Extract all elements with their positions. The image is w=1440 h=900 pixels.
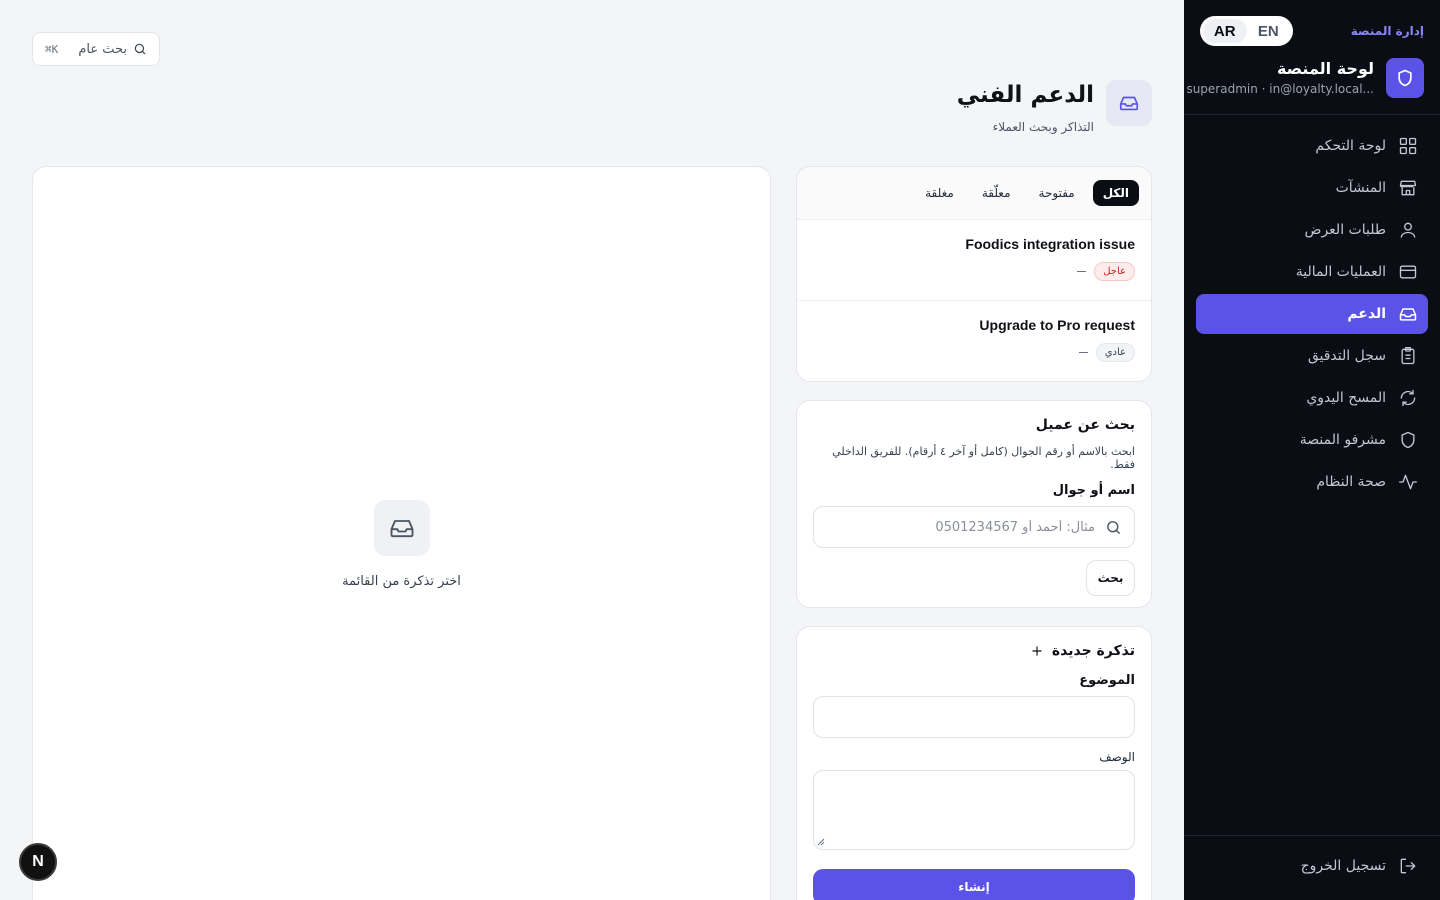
logout-button[interactable]: تسجيل الخروج (1196, 848, 1428, 884)
ticket-row[interactable]: Foodics integration issue عاجل (797, 220, 1151, 301)
description-textarea[interactable] (813, 770, 1135, 850)
shield-icon (1401, 431, 1415, 449)
new-ticket-title: تذكرة جديدة (1051, 643, 1135, 659)
sidebar-divider (1184, 114, 1440, 115)
new-ticket-card: تذكرة جديدة الموضوع الوصف إنشاء (796, 626, 1152, 900)
inbox-icon (1399, 308, 1417, 321)
sidebar-divider (1184, 835, 1440, 836)
customer-search-field[interactable] (813, 506, 1135, 548)
tab-all[interactable]: الكل (1092, 180, 1139, 206)
tab-closed[interactable]: مغلقة (915, 180, 964, 206)
clipboard-icon (1401, 347, 1415, 365)
customer-search-label: اسم أو جوال (1052, 483, 1135, 498)
global-search-button[interactable]: بحث عام ⌘K (32, 32, 160, 66)
shortcut-hint: ⌘K (45, 42, 59, 56)
sidebar-item-label: المسح اليدوي (1306, 390, 1386, 406)
ticket-meta-dash (1077, 271, 1087, 272)
language-toggle[interactable]: AR EN (1200, 16, 1293, 46)
ticket-meta-dash (1078, 352, 1088, 353)
sidebar-item-audit-log[interactable]: سجل التدقيق (1196, 336, 1428, 376)
sidebar-item-label: الدعم (1347, 306, 1386, 322)
ticket-title: Upgrade to Pro request (979, 317, 1135, 333)
ticket-meta: عادي (813, 343, 1135, 362)
sidebar-item-label: المنشآت (1335, 180, 1386, 196)
logout-label: تسجيل الخروج (1300, 858, 1386, 874)
subject-label: الموضوع (1079, 673, 1135, 688)
sidebar-item-dashboard[interactable]: لوحة التحكم (1196, 126, 1428, 166)
sidebar: إدارة المنصة AR EN لوحة المنصة superadmi… (1184, 0, 1440, 900)
lang-en-button[interactable]: EN (1247, 19, 1291, 43)
sidebar-nav: لوحة التحكم المنشآت طلبات العرض العمليات… (1196, 126, 1428, 504)
customer-search-card: بحث عن عميل ابحث بالاسم أو رقم الجوال (ك… (796, 400, 1152, 608)
ticket-title: Foodics integration issue (965, 236, 1135, 252)
create-ticket-button[interactable]: إنشاء (813, 869, 1135, 900)
sidebar-item-label: العمليات المالية (1295, 264, 1386, 280)
priority-badge: عاجل (1094, 262, 1135, 281)
shield-icon (1386, 58, 1424, 98)
logout-icon (1400, 858, 1416, 874)
plus-icon (1032, 646, 1042, 656)
activity-icon (1399, 474, 1417, 490)
sidebar-item-label: مشرفو المنصة (1299, 432, 1386, 448)
ticket-meta: عاجل (813, 262, 1135, 281)
sidebar-item-businesses[interactable]: المنشآت (1196, 168, 1428, 208)
sidebar-item-demo-requests[interactable]: طلبات العرض (1196, 210, 1428, 250)
customer-search-button[interactable]: بحث (1086, 560, 1135, 596)
search-icon (134, 43, 146, 55)
credit-card-icon (1399, 265, 1417, 279)
new-ticket-header: تذكرة جديدة (813, 643, 1135, 659)
sidebar-item-platform-admins[interactable]: مشرفو المنصة (1196, 420, 1428, 460)
customer-search-title: بحث عن عميل (1035, 417, 1135, 433)
store-icon (1399, 180, 1417, 196)
subject-input[interactable] (813, 696, 1135, 738)
page-header: الدعم الفني التذاكر وبحث العملاء (752, 80, 1152, 140)
customer-search-description: ابحث بالاسم أو رقم الجوال (كامل أو آخر ٤… (832, 445, 1135, 471)
refresh-icon (1400, 389, 1416, 407)
lang-ar-button[interactable]: AR (1203, 19, 1247, 43)
page-title: الدعم الفني (956, 82, 1094, 108)
sidebar-item-manual-scan[interactable]: المسح اليدوي (1196, 378, 1428, 418)
user-icon (1400, 222, 1416, 238)
ticket-row[interactable]: Upgrade to Pro request عادي (797, 301, 1151, 381)
ticket-filter-tabs: الكل مفتوحة معلّقة مغلقة (797, 167, 1151, 220)
sidebar-brand: لوحة المنصة superadmin · in@loyalty.loca… (1186, 58, 1424, 100)
sidebar-item-support[interactable]: الدعم (1196, 294, 1428, 334)
sidebar-item-label: سجل التدقيق (1307, 348, 1386, 364)
global-search-label: بحث عام (78, 41, 127, 57)
sidebar-item-label: صحة النظام (1316, 474, 1386, 490)
sidebar-top: إدارة المنصة AR EN (1200, 16, 1424, 46)
sidebar-item-finance[interactable]: العمليات المالية (1196, 252, 1428, 292)
priority-badge: عادي (1095, 343, 1135, 362)
sidebar-item-label: لوحة التحكم (1315, 138, 1386, 154)
grid-icon (1399, 137, 1417, 155)
tab-open[interactable]: مفتوحة (1029, 180, 1085, 206)
inbox-icon (1106, 80, 1152, 126)
brand-title: لوحة المنصة (1276, 59, 1374, 78)
admin-label: إدارة المنصة (1350, 24, 1424, 38)
ticket-detail-panel: اختر تذكرة من القائمة (32, 166, 771, 900)
nextjs-dev-badge[interactable]: N (19, 843, 57, 881)
customer-search-input[interactable] (826, 519, 1095, 535)
tickets-card: الكل مفتوحة معلّقة مغلقة Foodics integra… (796, 166, 1152, 382)
inbox-icon (373, 500, 430, 556)
brand-subtitle: superadmin · in@loyalty.local... (1186, 82, 1374, 96)
resize-handle-icon[interactable] (817, 838, 825, 846)
description-label: الوصف (1099, 750, 1135, 764)
tab-pending[interactable]: معلّقة (972, 180, 1021, 206)
sidebar-item-label: طلبات العرض (1304, 222, 1386, 238)
search-icon (1107, 520, 1120, 534)
empty-state: اختر تذكرة من القائمة (33, 500, 770, 589)
page-subtitle: التذاكر وبحث العملاء (992, 120, 1094, 134)
sidebar-item-system-health[interactable]: صحة النظام (1196, 462, 1428, 502)
empty-state-text: اختر تذكرة من القائمة (342, 574, 461, 589)
